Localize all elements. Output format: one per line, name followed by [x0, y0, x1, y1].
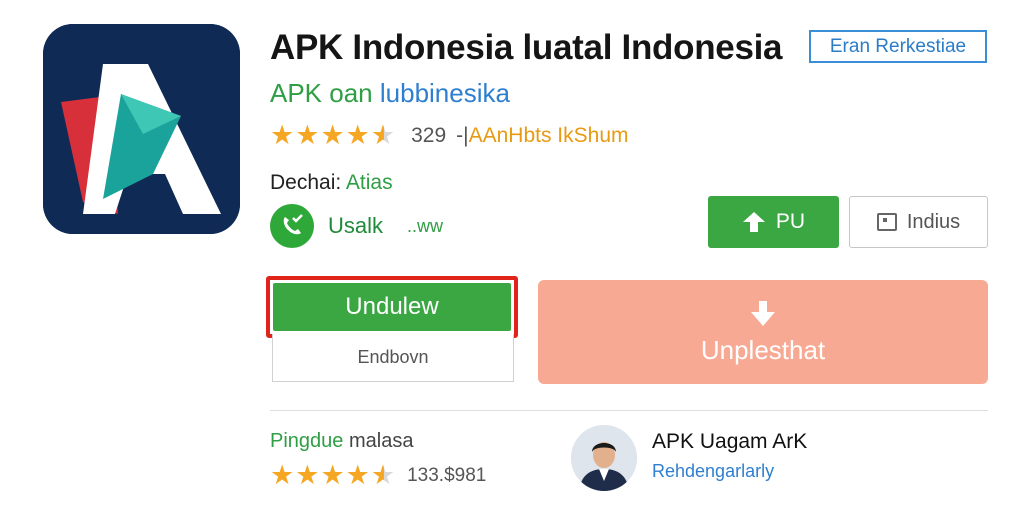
developer-name[interactable]: Atias — [346, 171, 393, 194]
subtitle-green-text: APK oan — [270, 78, 373, 108]
star-icon: ★ — [270, 120, 295, 150]
install-button-highlight: Undulew — [266, 276, 518, 338]
download-button[interactable]: Unplesthat — [538, 280, 988, 384]
share-button[interactable]: PU — [708, 196, 839, 248]
star-icon: ★ — [295, 120, 320, 150]
category-badge-link[interactable]: Eran Rerkestiae — [809, 30, 987, 63]
subtitle-blue-text[interactable]: lubbinesika — [380, 78, 510, 108]
star-icon: ★ — [320, 120, 345, 150]
download-arrow-icon — [751, 300, 775, 326]
app-rating-row: ★ ★ ★ ★ ★ 329 -| AAnHbts IkShum — [270, 122, 629, 149]
verify-label: Usalk — [328, 213, 384, 238]
wishlist-button[interactable]: Indius — [849, 196, 988, 248]
star-rating: ★ ★ ★ ★ ★ — [270, 122, 395, 149]
secondary-button[interactable]: Endbovn — [272, 334, 514, 382]
wishlist-button-label: Indius — [906, 210, 961, 233]
author-name[interactable]: APK Uagam ArK — [652, 430, 807, 454]
rating-extra-link[interactable]: AAnHbts IkShum — [469, 124, 629, 148]
star-icon: ★ — [320, 460, 345, 490]
star-icon: ★ — [345, 460, 370, 490]
verify-extra: ..ww — [407, 215, 444, 236]
author-avatar[interactable] — [571, 425, 637, 491]
section-divider — [270, 410, 988, 411]
rating-separator: -| — [456, 123, 469, 147]
verify-row: Usalk ..ww — [270, 204, 443, 248]
rating-count: 329 — [411, 123, 447, 147]
star-half-icon: ★ — [370, 460, 396, 490]
app-subtitle: APK oan lubbinesika — [270, 78, 510, 109]
developer-row: Dechai: Atias — [270, 171, 393, 195]
star-icon: ★ — [345, 120, 370, 150]
review-count: 133.$981 — [407, 464, 487, 486]
review-label-dark: malasa — [348, 430, 414, 452]
review-rating-row: ★ ★ ★ ★ ★ 133.$981 — [270, 462, 486, 489]
download-button-label: Unplesthat — [700, 334, 826, 365]
review-label-green: Pingdue — [270, 430, 344, 452]
app-title: APK Indonesia luatal Indonesia — [270, 28, 783, 67]
wishlist-box-icon — [876, 213, 897, 231]
star-half-icon: ★ — [370, 120, 396, 150]
install-button[interactable]: Undulew — [273, 283, 511, 331]
author-role[interactable]: Rehdengarlarly — [652, 461, 774, 482]
share-button-label: PU — [775, 210, 806, 233]
star-icon: ★ — [295, 460, 320, 490]
review-star-rating: ★ ★ ★ ★ ★ — [270, 462, 395, 489]
star-icon: ★ — [270, 460, 295, 490]
developer-label: Dechai: — [270, 171, 342, 194]
app-icon — [43, 24, 240, 234]
verified-phone-icon — [270, 204, 314, 248]
upload-arrow-icon — [742, 212, 765, 232]
review-label: Pingdue malasa — [270, 430, 413, 453]
